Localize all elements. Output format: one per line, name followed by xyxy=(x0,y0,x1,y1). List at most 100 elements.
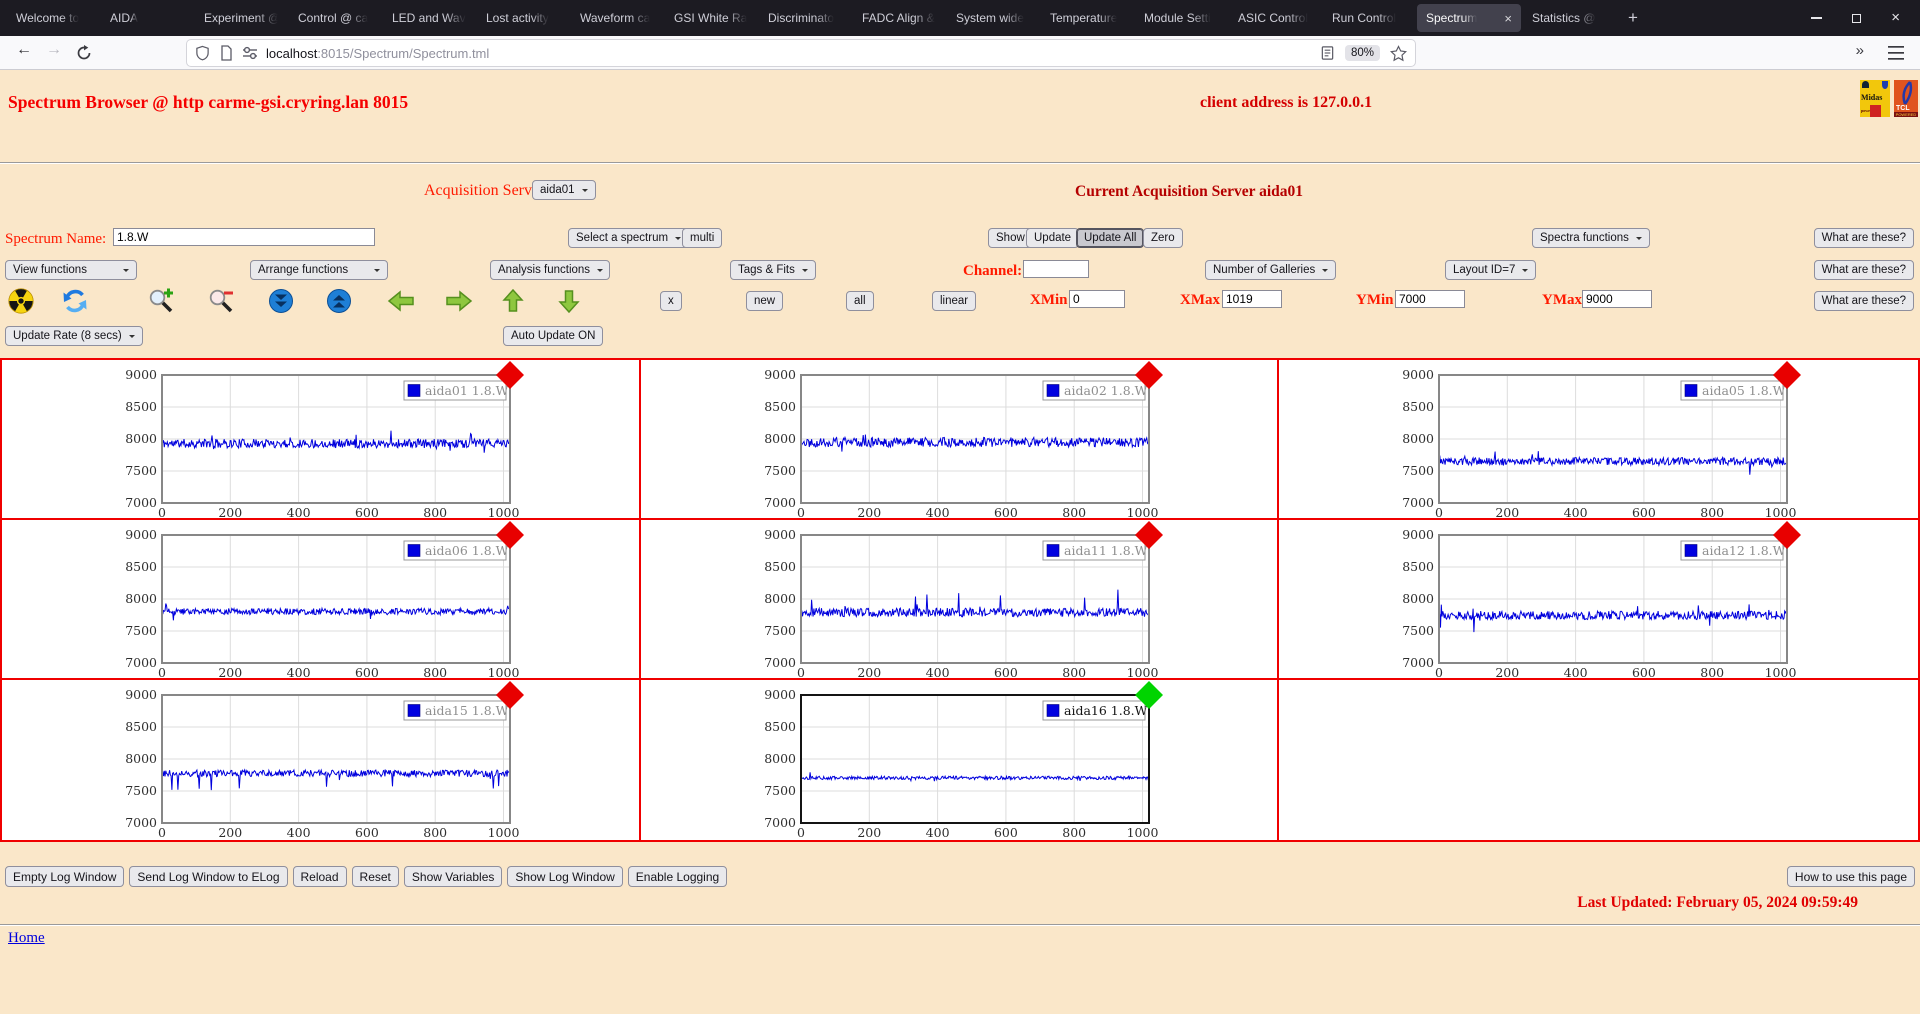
spectrum-plot-aida11[interactable]: 7000 7500 8000 8500 9000 0 200 400 600 800 1000 aid… xyxy=(761,521,1169,679)
permissions-icon[interactable] xyxy=(242,45,258,61)
browser-tab-led-and-wav[interactable]: LED and Wav xyxy=(383,4,475,32)
refresh-icon[interactable] xyxy=(62,288,88,319)
window-close-button[interactable]: × xyxy=(1891,10,1900,25)
pan-right-icon[interactable] xyxy=(444,288,474,319)
auto-update-button[interactable]: Auto Update ON xyxy=(503,326,604,346)
zoom-in-icon[interactable] xyxy=(148,288,174,319)
show-variables-button[interactable]: Show Variables xyxy=(403,866,503,887)
reset-button[interactable]: Reset xyxy=(351,866,399,887)
midas-logo[interactable]: Midas powered by xyxy=(1860,80,1890,117)
gallery-cell-aida16[interactable]: 7000 7500 8000 8500 9000 0 200 400 600 800 1000 aid… xyxy=(640,680,1280,840)
update-rate-select[interactable]: Update Rate (8 secs) xyxy=(5,326,143,346)
layout-id-select[interactable]: Layout ID=7 xyxy=(1445,260,1537,280)
back-button[interactable]: ← xyxy=(16,41,32,59)
window-minimize-button[interactable] xyxy=(1811,17,1823,19)
spectrum-plot-aida15[interactable]: 7000 7500 8000 8500 9000 0 200 400 600 800 1000 aid… xyxy=(122,681,530,839)
compress-y-icon[interactable] xyxy=(268,288,294,319)
browser-tab-aida[interactable]: AIDA xyxy=(101,4,193,32)
url-text[interactable]: localhost:8015/Spectrum/Spectrum.tml xyxy=(266,46,489,61)
spectrum-name-input[interactable] xyxy=(113,228,375,246)
xmin-input[interactable] xyxy=(1069,290,1125,308)
view-functions-select[interactable]: View functions xyxy=(5,260,137,280)
zero-button[interactable]: Zero xyxy=(1143,228,1183,248)
select-a-spectrum-select[interactable]: Select a spectrum xyxy=(568,228,690,248)
spectrum-plot-aida16[interactable]: 7000 7500 8000 8500 9000 0 200 400 600 800 1000 aid… xyxy=(761,681,1169,839)
ymax-input[interactable] xyxy=(1582,290,1652,308)
expand-y-icon[interactable] xyxy=(326,288,352,319)
tab-close-icon[interactable]: × xyxy=(1500,11,1512,26)
gallery-cell-aida12[interactable]: 7000 7500 8000 8500 9000 0 200 400 600 800 1000 aid… xyxy=(1279,520,1918,680)
url-bar[interactable]: localhost:8015/Spectrum/Spectrum.tml 80% xyxy=(187,40,1415,66)
pan-left-icon[interactable] xyxy=(386,288,416,319)
zoom-level-badge[interactable]: 80% xyxy=(1344,45,1380,61)
what-are-these-button-2[interactable]: What are these? xyxy=(1813,260,1914,280)
page-info-icon[interactable] xyxy=(219,45,233,61)
forward-button[interactable]: → xyxy=(46,41,62,59)
all-button[interactable]: all xyxy=(846,291,874,311)
update-all-button[interactable]: Update All xyxy=(1076,228,1145,248)
xmax-input[interactable] xyxy=(1222,290,1282,308)
browser-tab-discriminato[interactable]: Discriminato xyxy=(759,4,851,32)
linear-button[interactable]: linear xyxy=(932,291,977,311)
pan-up-icon[interactable] xyxy=(500,288,526,319)
browser-tab-waveform-ca[interactable]: Waveform ca xyxy=(571,4,663,32)
what-are-these-button-3[interactable]: What are these? xyxy=(1813,291,1914,311)
multi-button[interactable]: multi xyxy=(682,228,723,248)
reader-view-icon[interactable] xyxy=(1320,45,1335,61)
browser-tab-run-control[interactable]: Run Control xyxy=(1323,4,1415,32)
browser-tab-spectrum[interactable]: Spectrum × xyxy=(1417,4,1521,32)
tcl-powered-logo[interactable]: TCL POWERED xyxy=(1894,80,1918,117)
update-button[interactable]: Update xyxy=(1026,228,1080,248)
send-log-window-to-elog-button[interactable]: Send Log Window to ELog xyxy=(129,866,288,887)
new-tab-button[interactable]: + xyxy=(1616,8,1650,28)
spectrum-plot-aida06[interactable]: 7000 7500 8000 8500 9000 0 200 400 600 800 1000 aid… xyxy=(122,521,530,679)
acquisition-server-select[interactable]: aida01 xyxy=(532,180,596,200)
browser-tab-module-setti[interactable]: Module Setti xyxy=(1135,4,1227,32)
radiation-icon[interactable] xyxy=(7,288,35,319)
browser-tab-control-ca[interactable]: Control @ ca xyxy=(289,4,381,32)
browser-tab-welcome-to[interactable]: Welcome to xyxy=(7,4,99,32)
gallery-cell-aida01[interactable]: 7000 7500 8000 8500 9000 0 200 400 600 800 1000 aid… xyxy=(2,360,641,520)
zoom-out-icon[interactable] xyxy=(208,288,234,319)
toolbar-overflow-icon[interactable]: » xyxy=(1856,42,1864,59)
what-are-these-button-1[interactable]: What are these? xyxy=(1813,228,1914,248)
gallery-cell-aida06[interactable]: 7000 7500 8000 8500 9000 0 200 400 600 800 1000 aid… xyxy=(2,520,641,680)
browser-tab-experiment[interactable]: Experiment @ xyxy=(195,4,287,32)
bookmark-star-icon[interactable] xyxy=(1390,44,1407,62)
pan-down-icon[interactable] xyxy=(556,288,582,319)
gallery-cell-aida02[interactable]: 7000 7500 8000 8500 9000 0 200 400 600 800 1000 aid… xyxy=(640,360,1280,520)
new-button[interactable]: new xyxy=(746,291,784,311)
how-to-use-button[interactable]: How to use this page xyxy=(1786,866,1915,887)
empty-log-window-button[interactable]: Empty Log Window xyxy=(5,866,125,887)
reload-icon[interactable] xyxy=(76,45,92,61)
number-of-galleries-select[interactable]: Number of Galleries xyxy=(1205,260,1337,280)
ymin-input[interactable] xyxy=(1395,290,1465,308)
spectrum-plot-aida05[interactable]: 7000 7500 8000 8500 9000 0 200 400 600 800 1000 aid… xyxy=(1399,361,1807,519)
menu-hamburger-icon[interactable] xyxy=(1888,46,1904,60)
browser-tab-fadc-align[interactable]: FADC Align & xyxy=(853,4,945,32)
channel-input[interactable] xyxy=(1023,260,1089,278)
gallery-cell-aida05[interactable]: 7000 7500 8000 8500 9000 0 200 400 600 800 1000 aid… xyxy=(1279,360,1918,520)
browser-tab-asic-control[interactable]: ASIC Control xyxy=(1229,4,1321,32)
gallery-cell-aida11[interactable]: 7000 7500 8000 8500 9000 0 200 400 600 800 1000 aid… xyxy=(640,520,1280,680)
x-button[interactable]: x xyxy=(660,291,682,311)
browser-tab-statistics[interactable]: Statistics @ xyxy=(1523,4,1615,32)
tags-fits-select[interactable]: Tags & Fits xyxy=(730,260,816,280)
browser-tab-lost-activity[interactable]: Lost activity xyxy=(477,4,569,32)
shield-icon[interactable] xyxy=(195,45,210,61)
spectrum-plot-aida01[interactable]: 7000 7500 8000 8500 9000 0 200 400 600 800 1000 aid… xyxy=(122,361,530,519)
window-maximize-button[interactable] xyxy=(1852,13,1862,23)
spectrum-plot-aida12[interactable]: 7000 7500 8000 8500 9000 0 200 400 600 800 1000 aid… xyxy=(1399,521,1807,679)
spectra-functions-select[interactable]: Spectra functions xyxy=(1532,228,1650,248)
arrange-functions-select[interactable]: Arrange functions xyxy=(250,260,388,280)
spectrum-plot-aida02[interactable]: 7000 7500 8000 8500 9000 0 200 400 600 800 1000 aid… xyxy=(761,361,1169,519)
show-log-window-button[interactable]: Show Log Window xyxy=(507,866,623,887)
browser-tab-system-wide[interactable]: System wide xyxy=(947,4,1039,32)
gallery-cell-aida15[interactable]: 7000 7500 8000 8500 9000 0 200 400 600 800 1000 aid… xyxy=(2,680,641,840)
reload-button[interactable]: Reload xyxy=(292,866,347,887)
enable-logging-button[interactable]: Enable Logging xyxy=(627,866,728,887)
browser-tab-gsi-white-ra[interactable]: GSI White Ra xyxy=(665,4,757,32)
analysis-functions-select[interactable]: Analysis functions xyxy=(490,260,610,280)
browser-tab-temperature[interactable]: Temperature xyxy=(1041,4,1133,32)
home-link[interactable]: Home xyxy=(8,930,45,947)
